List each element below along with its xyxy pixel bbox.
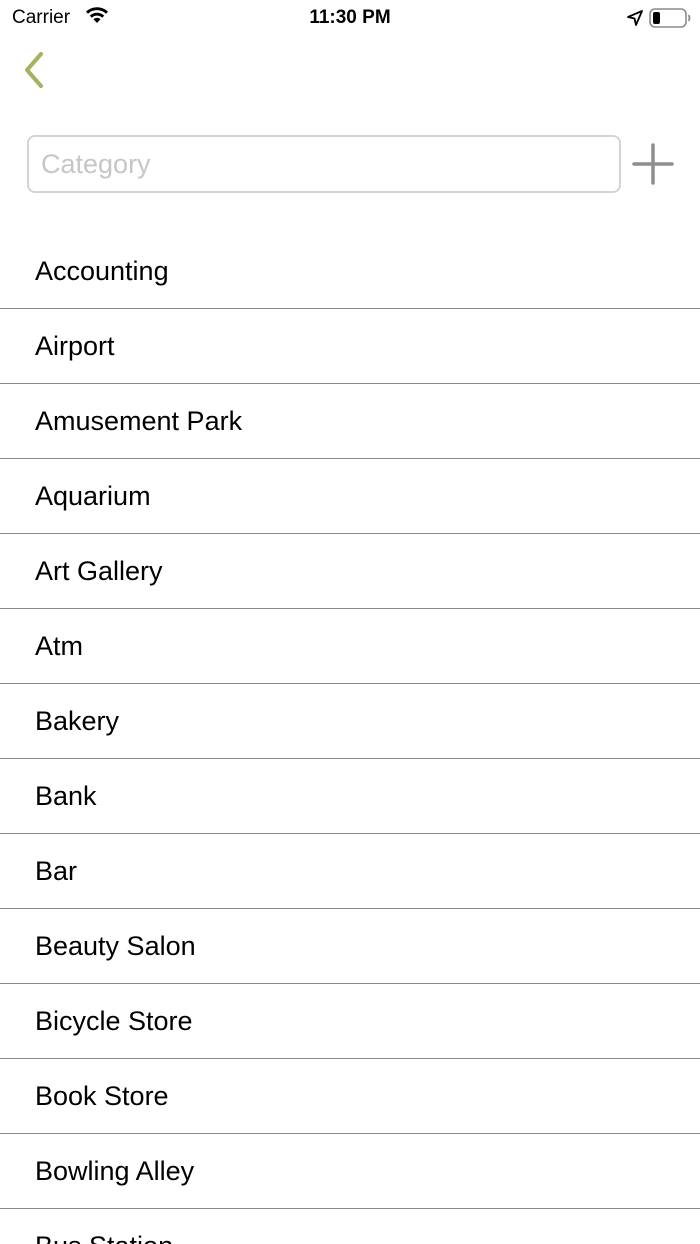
list-item-label: Bar bbox=[35, 855, 78, 886]
list-item[interactable]: Amusement Park bbox=[0, 384, 700, 459]
list-item-label: Bank bbox=[35, 780, 97, 811]
category-input[interactable] bbox=[27, 135, 621, 193]
list-item[interactable]: Aquarium bbox=[0, 459, 700, 534]
category-list[interactable]: Accounting Airport Amusement Park Aquarium A… bbox=[0, 234, 700, 1244]
list-item-label: Bakery bbox=[35, 705, 120, 736]
list-item[interactable]: Bar bbox=[0, 834, 700, 909]
list-item-label: Bowling Alley bbox=[35, 1155, 195, 1186]
add-category-button[interactable] bbox=[630, 141, 676, 187]
list-item-label: Bicycle Store bbox=[35, 1005, 193, 1036]
list-item-label: Bus Station bbox=[35, 1231, 173, 1244]
list-item[interactable]: Bank bbox=[0, 759, 700, 834]
list-item-label: Beauty Salon bbox=[35, 930, 196, 961]
chevron-left-icon bbox=[22, 51, 46, 94]
list-item[interactable]: Airport bbox=[0, 309, 700, 384]
battery-icon bbox=[649, 8, 691, 33]
list-item[interactable]: Bicycle Store bbox=[0, 984, 700, 1059]
list-item[interactable]: Accounting bbox=[0, 234, 700, 309]
list-item-label: Atm bbox=[35, 630, 84, 661]
status-bar: Carrier 11:30 PM bbox=[0, 0, 700, 36]
list-item-label: Airport bbox=[35, 330, 115, 361]
back-button[interactable] bbox=[14, 50, 54, 94]
list-item[interactable]: Bowling Alley bbox=[0, 1134, 700, 1209]
list-item[interactable]: Book Store bbox=[0, 1059, 700, 1134]
list-item-label: Aquarium bbox=[35, 480, 151, 511]
list-item-label: Amusement Park bbox=[35, 405, 243, 436]
list-item[interactable]: Beauty Salon bbox=[0, 909, 700, 984]
list-item[interactable]: Art Gallery bbox=[0, 534, 700, 609]
list-item-label: Book Store bbox=[35, 1080, 169, 1111]
status-time: 11:30 PM bbox=[309, 7, 391, 28]
list-item[interactable]: Bakery bbox=[0, 684, 700, 759]
location-arrow-icon bbox=[626, 9, 644, 32]
list-item-label: Art Gallery bbox=[35, 555, 163, 586]
list-item-label: Accounting bbox=[35, 255, 169, 286]
list-item[interactable]: Bus Station bbox=[0, 1209, 700, 1244]
plus-icon bbox=[630, 143, 676, 191]
list-item[interactable]: Atm bbox=[0, 609, 700, 684]
